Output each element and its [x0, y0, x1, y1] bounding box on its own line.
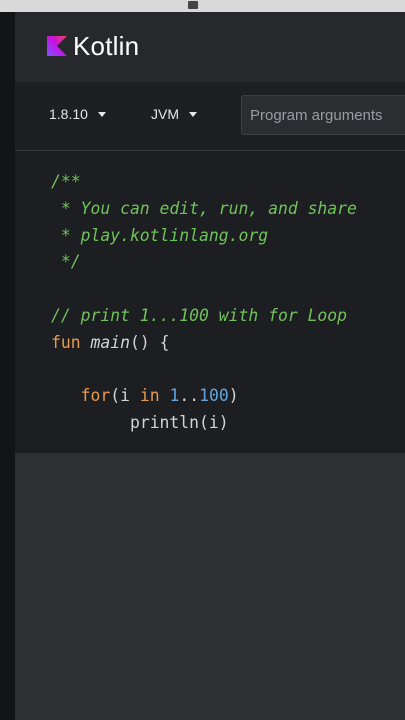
- browser-top-strip: [0, 0, 405, 12]
- code-content[interactable]: /** * You can edit, run, and share * pla…: [51, 169, 357, 437]
- chevron-down-icon: [189, 112, 197, 117]
- page: Kotlin 1.8.10 JVM /** * You can edit, ru…: [0, 0, 405, 720]
- code-keyword: for: [80, 386, 111, 406]
- code-comment: */: [51, 252, 81, 272]
- code-line: * You can edit, run, and share: [51, 196, 357, 223]
- code-line: * play.kotlinlang.org: [51, 223, 357, 250]
- code-text: ..: [179, 386, 200, 406]
- code-text: () {: [129, 332, 170, 352]
- code-line: */: [51, 249, 357, 276]
- kotlin-logo-icon[interactable]: [47, 36, 67, 56]
- code-text: (i: [110, 386, 140, 406]
- code-text: println(i): [129, 413, 229, 433]
- browser-tab-icon: [188, 1, 198, 9]
- code-comment: * play.kotlinlang.org: [51, 225, 269, 245]
- code-number: 1: [169, 386, 180, 406]
- code-function-name: main: [90, 332, 130, 352]
- code-line-empty: [51, 357, 357, 384]
- code-text: ): [228, 386, 239, 406]
- code-line-empty: [51, 276, 357, 303]
- program-arguments-input[interactable]: [241, 95, 405, 135]
- output-area: [15, 453, 405, 720]
- code-comment: // print 1...100 with for Loop: [51, 305, 348, 325]
- code-line: /**: [51, 169, 357, 196]
- code-line: println(i): [51, 410, 357, 437]
- version-dropdown[interactable]: 1.8.10: [49, 106, 106, 122]
- code-keyword: in: [139, 386, 160, 406]
- target-label: JVM: [151, 106, 179, 122]
- site-header: Kotlin: [15, 12, 405, 82]
- code-keyword: fun: [51, 332, 81, 352]
- code-line: for(i in 1..100): [51, 383, 357, 410]
- chevron-down-icon: [97, 112, 106, 117]
- code-comment: /**: [51, 172, 81, 191]
- code-comment: * You can edit, run, and share: [51, 198, 357, 218]
- version-label: 1.8.10: [49, 106, 88, 122]
- code-number: 100: [199, 386, 229, 406]
- code-line: fun main() {: [51, 330, 357, 357]
- target-dropdown[interactable]: JVM: [151, 106, 197, 122]
- editor-toolbar: 1.8.10 JVM: [15, 82, 405, 151]
- code-line: // print 1...100 with for Loop: [51, 303, 357, 330]
- left-margin: [0, 12, 15, 720]
- brand-name[interactable]: Kotlin: [73, 31, 139, 62]
- code-editor[interactable]: /** * You can edit, run, and share * pla…: [15, 151, 405, 453]
